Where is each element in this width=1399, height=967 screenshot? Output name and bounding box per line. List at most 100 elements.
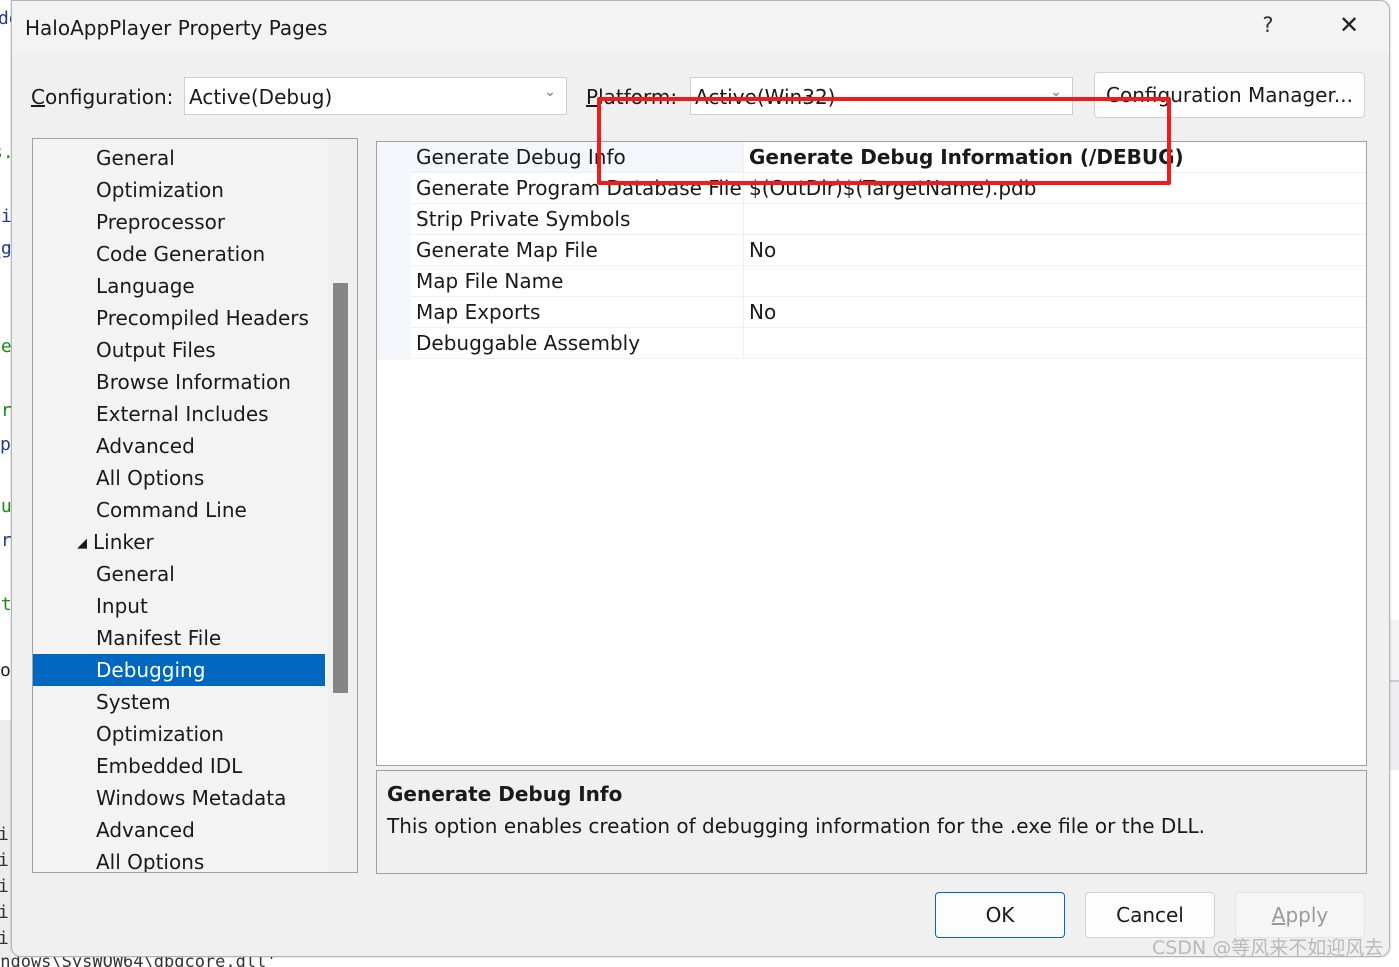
configuration-dropdown[interactable]: Active(Debug) ⌄ [184, 77, 567, 115]
tree-scrollbar-thumb[interactable] [333, 283, 348, 693]
column-separator[interactable] [743, 328, 744, 358]
close-button[interactable]: ✕ [1334, 11, 1364, 39]
cancel-button[interactable]: Cancel [1085, 892, 1215, 938]
property-name: Strip Private Symbols [416, 207, 631, 231]
tree-item-label: Output Files [96, 338, 216, 362]
apply-label: pply [1285, 903, 1329, 927]
tree-item-label: Manifest File [96, 626, 222, 650]
bg-code-fragment: p [0, 434, 11, 455]
tree-item[interactable]: Manifest File [33, 622, 325, 654]
tree-item[interactable]: Code Generation [33, 238, 325, 270]
platform-value: Active(Win32) [695, 85, 836, 109]
tree-item[interactable]: Embedded IDL [33, 750, 325, 782]
bg-code-fragment: et [0, 594, 12, 615]
tree-item-label: General [96, 562, 175, 586]
bg-code-fragment: or [0, 530, 12, 551]
watermark: CSDN @等风来不如迎风去 [1152, 937, 1384, 959]
grid-gutter [377, 142, 411, 360]
tree-item-label: Optimization [96, 178, 224, 202]
property-name: Generate Program Database File [416, 176, 742, 200]
tree-item[interactable]: Optimization [33, 174, 325, 206]
bg-code-fragment: ce [0, 336, 12, 357]
tree-item[interactable]: Command Line [33, 494, 325, 526]
apply-button[interactable]: Apply [1235, 892, 1365, 938]
column-separator[interactable] [743, 266, 744, 296]
accelerator-key: A [1271, 903, 1286, 927]
bg-code-fragment: _g [0, 238, 12, 259]
tree-item-label: Linker [93, 530, 154, 554]
platform-label-text: latform: [598, 85, 678, 109]
column-separator[interactable] [743, 142, 744, 172]
tree-item[interactable]: Input [33, 590, 325, 622]
tree-item-label: Code Generation [96, 242, 266, 266]
platform-dropdown[interactable]: Active(Win32) ⌄ [690, 77, 1073, 115]
description-title: Generate Debug Info [387, 782, 623, 806]
property-name: Map File Name [416, 269, 564, 293]
tree-item-label: Input [96, 594, 148, 618]
accelerator-key: P [586, 85, 599, 109]
property-name: Debuggable Assembly [416, 331, 641, 355]
property-value[interactable]: Generate Debug Information (/DEBUG) [749, 145, 1184, 169]
column-separator[interactable] [743, 297, 744, 327]
platform-label: Platform: [586, 85, 677, 109]
tree-item[interactable]: System [33, 686, 325, 718]
column-separator[interactable] [743, 173, 744, 203]
column-separator[interactable] [743, 235, 744, 265]
configuration-label-text: onfiguration: [44, 85, 174, 109]
tree-item[interactable]: Precompiled Headers [33, 302, 325, 334]
tree-item-label: All Options [96, 466, 205, 490]
property-row[interactable]: Debuggable Assembly [411, 328, 1366, 359]
property-value[interactable]: $(OutDir)$(TargetName).pdb [749, 176, 1036, 200]
chevron-down-icon: ⌄ [1050, 84, 1062, 100]
configuration-manager-button[interactable]: Configuration Manager... [1094, 72, 1365, 118]
bg-code-fragment: o [0, 660, 11, 681]
bg-code-fragment: ar [0, 400, 12, 421]
tree-item-label: Optimization [96, 722, 224, 746]
tree-item[interactable]: Language [33, 270, 325, 302]
ok-button[interactable]: OK [935, 892, 1065, 938]
tree-item[interactable]: ◢ Linker [33, 526, 325, 558]
property-value[interactable]: No [749, 300, 776, 324]
tree-item-label: Preprocessor [96, 210, 226, 234]
tree-item[interactable]: Browse Information [33, 366, 325, 398]
property-row[interactable]: Strip Private Symbols [411, 204, 1366, 235]
property-tree: General Optimization Preprocessor Code Gene… [32, 138, 358, 873]
tree-item[interactable]: Output Files [33, 334, 325, 366]
tree-item[interactable]: Debugging [33, 654, 325, 686]
property-row[interactable]: Generate Program Database File $(OutDir)$… [411, 173, 1366, 204]
tree-item-label: External Includes [96, 402, 269, 426]
property-row[interactable]: Map File Name [411, 266, 1366, 297]
expand-triangle-icon[interactable]: ◢ [77, 536, 87, 551]
property-row[interactable]: Generate Map File No [411, 235, 1366, 266]
tree-item[interactable]: All Options [33, 846, 325, 872]
property-grid: Generate Debug Info Generate Debug Inform… [376, 141, 1367, 766]
tree-item[interactable]: Advanced [33, 430, 325, 462]
property-name: Map Exports [416, 300, 541, 324]
tree-item-label: Embedded IDL [96, 754, 243, 778]
tree-item-label: Browse Information [96, 370, 291, 394]
accelerator-key: C [31, 85, 45, 109]
tree-item[interactable]: External Includes [33, 398, 325, 430]
description-text: This option enables creation of debuggin… [387, 814, 1205, 838]
configuration-label: Configuration: [31, 85, 173, 109]
bg-code-fragment: ai [0, 206, 12, 227]
tree-item-label: System [96, 690, 171, 714]
tree-item-label: Windows Metadata [96, 786, 287, 810]
tree-item[interactable]: All Options [33, 462, 325, 494]
help-button[interactable]: ? [1256, 13, 1280, 37]
property-row[interactable]: Map Exports No [411, 297, 1366, 328]
property-name: Generate Debug Info [416, 145, 626, 169]
bg-right-panel-toolbar [1390, 680, 1399, 770]
tree-item[interactable]: Optimization [33, 718, 325, 750]
title-bar: HaloAppPlayer Property Pages ? ✕ [12, 1, 1389, 53]
tree-item[interactable]: Windows Metadata [33, 782, 325, 814]
tree-item[interactable]: General [33, 142, 325, 174]
tree-item-label: Debugging [96, 658, 206, 682]
property-row[interactable]: Generate Debug Info Generate Debug Inform… [411, 142, 1366, 173]
property-value[interactable]: No [749, 238, 776, 262]
description-panel: Generate Debug Info This option enables … [376, 770, 1367, 874]
tree-item[interactable]: Preprocessor [33, 206, 325, 238]
column-separator[interactable] [743, 204, 744, 234]
tree-item[interactable]: General [33, 558, 325, 590]
tree-item[interactable]: Advanced [33, 814, 325, 846]
